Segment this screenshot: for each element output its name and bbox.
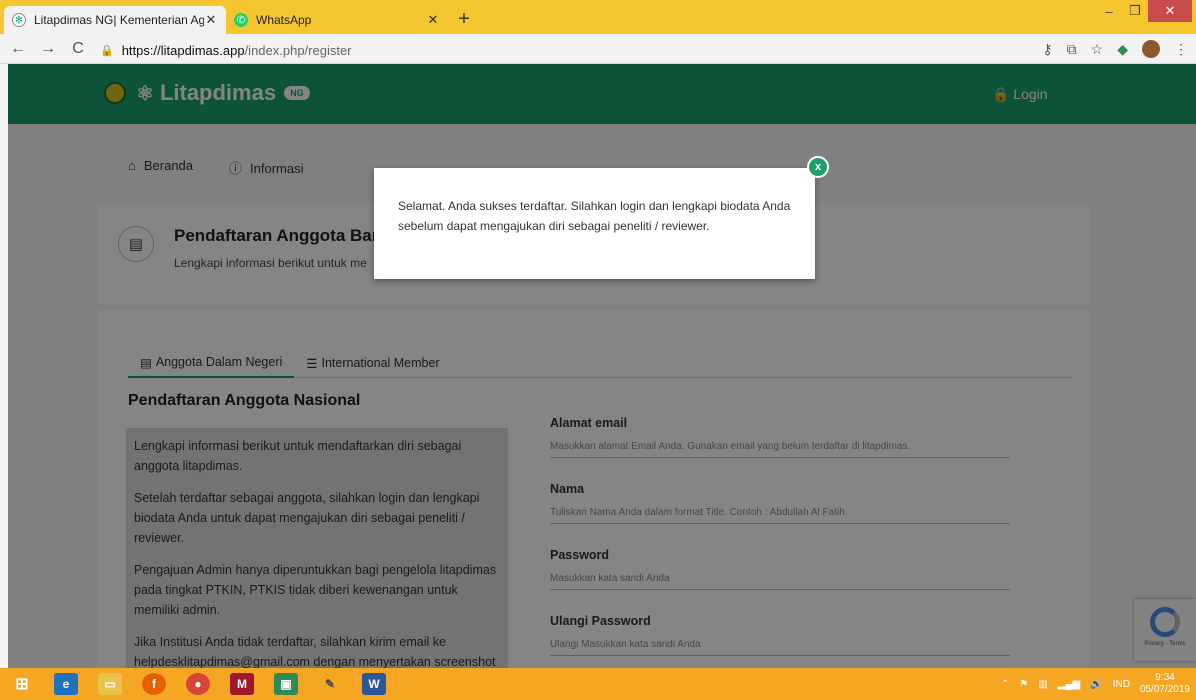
success-modal: Selamat. Anda sukses terdaftar. Silahkan… [374,168,815,279]
close-window-button[interactable]: ✕ [1148,0,1192,22]
taskbar-notes[interactable]: ✎ [308,668,352,700]
star-icon[interactable]: ☆ [1091,41,1104,58]
date: 05/07/2019 [1139,684,1190,695]
lock-icon: 🔒 [100,44,114,57]
profile-avatar-icon[interactable] [1142,40,1160,58]
windows-icon: ⊞ [15,676,29,693]
address-bar[interactable]: 🔒 https://litapdimas.app/index.php/regis… [100,39,352,61]
translate-icon[interactable]: ⧉ [1067,41,1077,58]
browser-toolbar: ← → C 🔒 https://litapdimas.app/index.php… [0,34,1196,64]
language-indicator[interactable]: IND [1113,679,1130,690]
mendeley-icon: M [230,673,254,695]
start-button[interactable]: ⊞ [0,668,44,700]
firefox-icon: f [142,673,166,695]
close-tab-icon[interactable]: ✕ [204,12,218,28]
network-icon[interactable]: ▥ [1038,679,1047,690]
tab-whatsapp[interactable]: ✆ WhatsApp ✕ [226,6,448,34]
back-arrow-icon[interactable]: ← [6,40,30,58]
word-icon: W [362,673,386,695]
taskbar-store[interactable]: ▣ [264,668,308,700]
menu-icon[interactable]: ⋮ [1174,41,1188,58]
modal-message: Selamat. Anda sukses terdaftar. Silahkan… [398,199,791,233]
system-tray: ⌃ ⚑ ▥ ▂▄▆ 🔊 IND 9:34 05/07/2019 [1001,668,1190,700]
flag-icon[interactable]: ⚑ [1019,679,1028,690]
new-tab-button[interactable]: + [452,8,476,31]
taskbar-firefox[interactable]: f [132,668,176,700]
extension-icon[interactable]: ◆ [1117,41,1128,58]
url-path: /index.php/register [244,42,352,58]
store-icon: ▣ [274,673,298,695]
whatsapp-favicon-icon: ✆ [234,13,248,27]
volume-icon[interactable]: 🔊 [1090,679,1102,690]
signal-icon[interactable]: ▂▄▆ [1058,679,1080,690]
tab-litapdimas[interactable]: ✻ Litapdimas NG| Kementerian Aga ✕ [4,6,226,34]
chrome-icon: ● [186,673,210,695]
taskbar-ie[interactable]: e [44,668,88,700]
taskbar-mendeley[interactable]: M [220,668,264,700]
close-tab-icon[interactable]: ✕ [426,12,440,28]
taskbar-explorer[interactable]: ▭ [88,668,132,700]
modal-backdrop[interactable] [8,64,1196,668]
reload-icon[interactable]: C [66,40,90,58]
litapdimas-favicon-icon: ✻ [12,13,26,27]
url-host: https://litapdimas.app [121,42,245,58]
pen-icon: ✎ [324,677,336,691]
chevron-up-icon[interactable]: ⌃ [1001,679,1009,690]
browser-tab-strip: ✻ Litapdimas NG| Kementerian Aga ✕ ✆ Wha… [0,0,1196,34]
taskbar-chrome[interactable]: ● [176,668,220,700]
clock[interactable]: 9:34 05/07/2019 [1140,672,1190,696]
maximize-button[interactable]: ❐ [1122,0,1148,22]
minimize-button[interactable]: – [1096,0,1122,22]
forward-arrow-icon[interactable]: → [36,40,60,58]
taskbar-word[interactable]: W [352,668,396,700]
windows-taskbar: ⊞ e ▭ f ● M ▣ ✎ W ⌃ ⚑ ▥ ▂▄▆ 🔊 IND 9:34 0… [0,668,1196,700]
file-explorer-icon: ▭ [98,673,122,695]
time: 9:34 [1155,672,1175,683]
internet-explorer-icon: e [54,673,78,695]
tab-title: Litapdimas NG| Kementerian Aga [34,13,204,27]
modal-close-button[interactable]: x [807,156,829,178]
toolbar-icons: ⚷ ⧉ ☆ ◆ ⋮ [1042,40,1188,58]
key-icon[interactable]: ⚷ [1042,41,1052,58]
tab-title: WhatsApp [256,13,312,27]
